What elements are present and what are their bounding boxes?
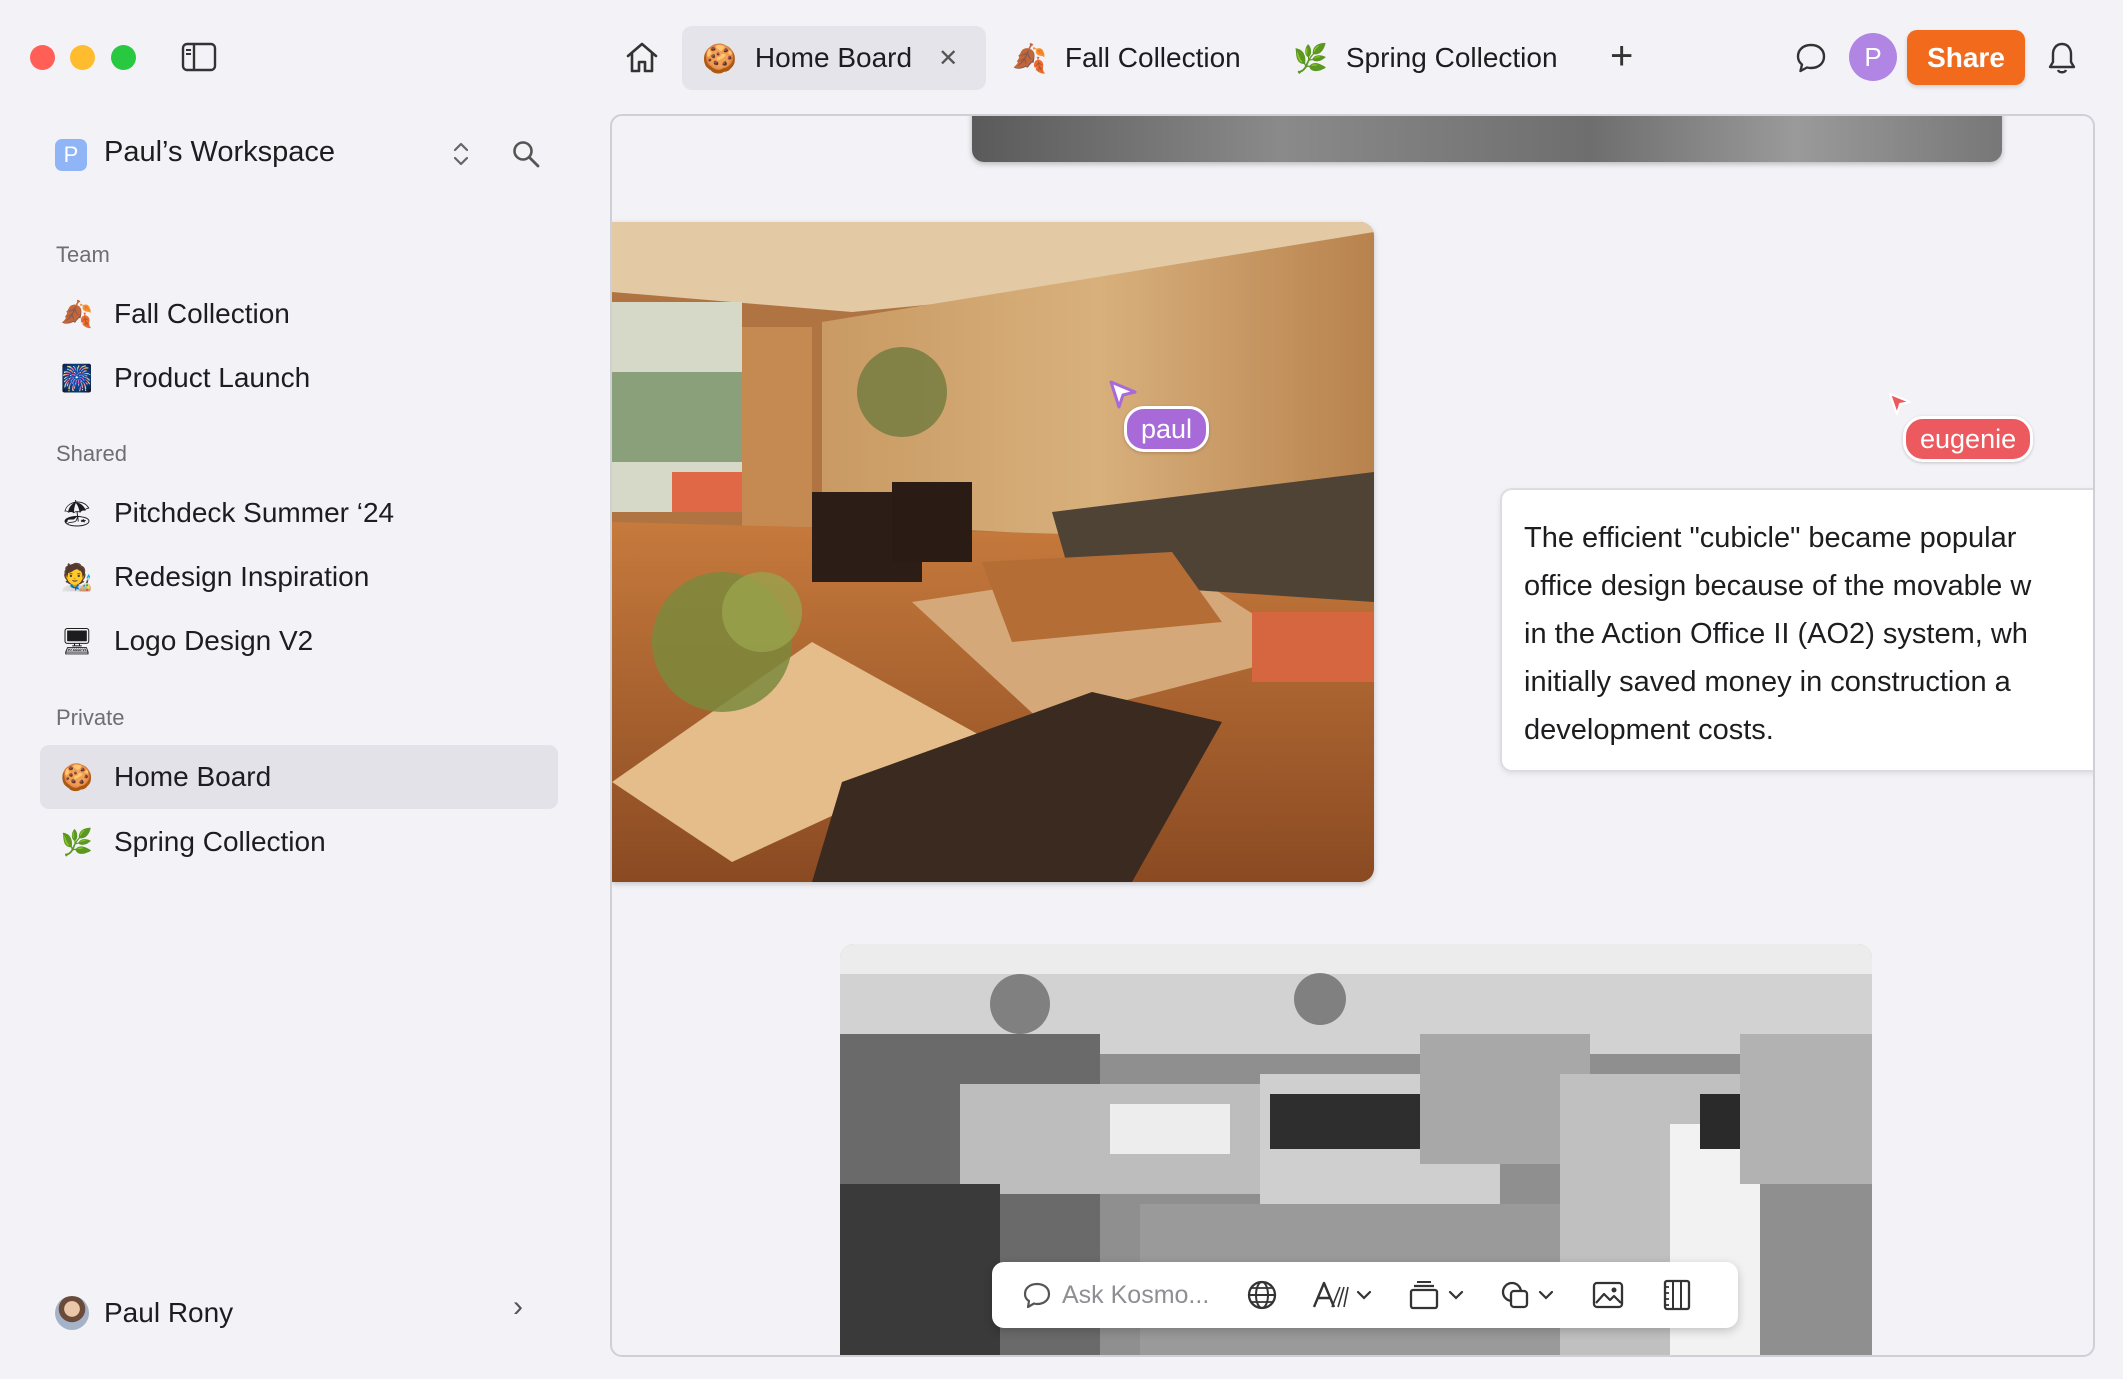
chat-bubble-icon[interactable]	[1795, 42, 1827, 74]
image-icon[interactable]	[1592, 1281, 1624, 1309]
cursor-arrow-icon	[1109, 380, 1139, 410]
board-canvas[interactable]: The efficient "cubicle" became popular o…	[610, 114, 2095, 1357]
artist-icon: 🧑‍🎨	[60, 561, 94, 592]
sidebar-item-label: Home Board	[114, 761, 272, 792]
sidebar-item-fall-collection[interactable]: 🍂 Fall Collection	[40, 282, 558, 346]
note-line: office design because of the movable w	[1524, 570, 2032, 602]
collaborator-cursor-label: paul	[1124, 406, 1210, 452]
bottom-toolbar: Ask Kosmo...	[992, 1262, 1738, 1328]
bell-icon[interactable]	[2046, 40, 2078, 76]
sidebar-item-label: Spring Collection	[114, 826, 326, 857]
note-line: The efficient "cubicle" became popular	[1524, 522, 2017, 554]
beach-icon: 🏖	[60, 497, 94, 528]
share-button[interactable]: Share	[1907, 30, 2025, 85]
canvas-image-texture[interactable]	[972, 116, 2002, 162]
sidebar-item-home-board[interactable]: 🍪 Home Board	[40, 745, 558, 809]
sidebar-toggle-icon[interactable]	[181, 42, 217, 72]
workspace-badge: P	[55, 139, 87, 171]
note-line: in the Action Office II (AO2) system, wh	[1524, 618, 2028, 650]
chevron-updown-icon[interactable]	[451, 140, 471, 168]
section-label-shared: Shared	[56, 441, 127, 466]
tab-label: Fall Collection	[1064, 42, 1241, 73]
note-line: initially saved money in construction a	[1524, 666, 2011, 698]
sidebar-item-label: Logo Design V2	[114, 625, 314, 656]
sidebar-item-label: Product Launch	[114, 362, 311, 393]
ask-kosmo-input[interactable]: Ask Kosmo...	[1022, 1281, 1232, 1310]
section-label-private: Private	[56, 705, 125, 730]
monitor-icon: 🖥	[60, 625, 94, 656]
sidebar-item-label: Fall Collection	[114, 298, 290, 329]
leaves-icon: 🍂	[60, 298, 94, 329]
chevron-right-icon[interactable]: ›	[513, 1290, 523, 1324]
section-label-team: Team	[56, 242, 110, 267]
sidebar-item-label: Pitchdeck Summer ‘24	[114, 497, 395, 528]
cursor-arrow-icon	[1888, 392, 1912, 416]
collaborator-cursor-label: eugenie	[1903, 416, 2034, 462]
herb-icon: 🌿	[1293, 42, 1328, 74]
tab-home-board[interactable]: 🍪 Home Board ✕	[682, 26, 986, 90]
ruler-icon[interactable]	[1662, 1279, 1692, 1311]
workspace-name[interactable]: Paul’s Workspace	[104, 136, 335, 169]
tab-fall-collection[interactable]: 🍂 Fall Collection	[1012, 26, 1264, 90]
ask-kosmo-placeholder: Ask Kosmo...	[1062, 1280, 1210, 1309]
cookie-icon: 🍪	[702, 42, 737, 74]
note-line: development costs.	[1524, 714, 1774, 746]
shapes-dropdown[interactable]	[1500, 1280, 1554, 1310]
sidebar-item-label: Redesign Inspiration	[114, 561, 370, 592]
new-tab-button[interactable]: +	[1610, 34, 1633, 78]
tab-close-icon[interactable]: ✕	[938, 44, 958, 73]
stack-icon	[1409, 1281, 1439, 1310]
sidebar-item-pitchdeck[interactable]: 🏖 Pitchdeck Summer ‘24	[40, 481, 558, 545]
tab-spring-collection[interactable]: 🌿 Spring Collection	[1293, 26, 1583, 90]
canvas-image-lounge[interactable]	[612, 222, 1374, 882]
avatar	[55, 1296, 89, 1330]
home-icon[interactable]	[624, 40, 660, 74]
close-window-button[interactable]	[30, 45, 55, 70]
text-note-card[interactable]: The efficient "cubicle" became popular o…	[1500, 488, 2093, 772]
text-style-icon	[1312, 1281, 1349, 1308]
text-style-dropdown[interactable]	[1312, 1280, 1372, 1310]
sidebar-item-spring-collection[interactable]: 🌿 Spring Collection	[40, 810, 558, 874]
cookie-icon: 🍪	[60, 761, 94, 792]
chevron-down-icon	[1538, 1290, 1554, 1300]
shapes-icon	[1501, 1281, 1529, 1309]
sidebar-item-redesign-inspiration[interactable]: 🧑‍🎨 Redesign Inspiration	[40, 545, 558, 609]
app-window: 🍪 Home Board ✕ 🍂 Fall Collection 🌿 Sprin…	[0, 0, 2123, 1379]
sidebar-item-product-launch[interactable]: 🎆 Product Launch	[40, 346, 558, 410]
avatar[interactable]: P	[1849, 33, 1897, 81]
minimize-window-button[interactable]	[70, 45, 95, 70]
user-name: Paul Rony	[104, 1297, 234, 1328]
chevron-down-icon	[1356, 1290, 1372, 1300]
sidebar-item-logo-design[interactable]: 🖥 Logo Design V2	[40, 609, 558, 673]
globe-icon[interactable]	[1246, 1279, 1278, 1311]
herb-icon: 🌿	[60, 826, 94, 857]
chevron-down-icon	[1448, 1290, 1464, 1300]
tab-label: Spring Collection	[1345, 42, 1558, 73]
fireworks-icon: 🎆	[60, 362, 94, 393]
user-profile-row[interactable]: Paul Rony	[55, 1296, 233, 1330]
search-icon[interactable]	[511, 139, 541, 169]
zoom-window-button[interactable]	[111, 45, 136, 70]
layers-dropdown[interactable]	[1408, 1280, 1464, 1310]
tab-label: Home Board	[754, 42, 913, 73]
leaves-icon: 🍂	[1012, 42, 1047, 74]
